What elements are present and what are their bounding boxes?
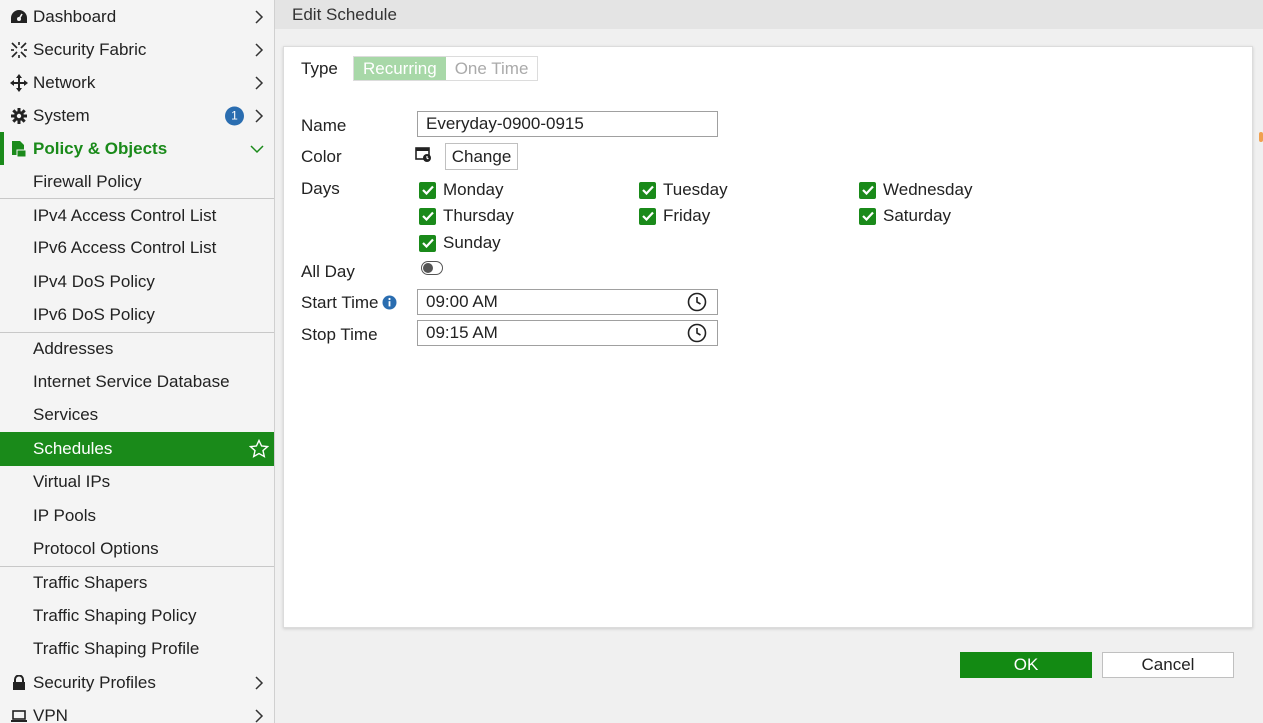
sidebar-item-firewall-policy[interactable]: Firewall Policy [0,165,274,199]
security-fabric-icon [9,40,29,60]
sidebar-item-security-profiles[interactable]: Security Profiles [0,666,274,699]
laptop-icon [9,706,29,723]
sidebar-item-label: Network [33,72,96,92]
color-label: Color [301,147,342,166]
day-sunday-checkbox[interactable]: Sunday [419,233,501,253]
sidebar-item-label: Security Profiles [33,672,156,692]
dashboard-icon [9,7,29,27]
checkbox-checked-icon [639,181,656,199]
checkbox-checked-icon [859,207,876,225]
ok-button[interactable]: OK [960,652,1092,678]
stop-time-value: 09:15 AM [426,323,498,342]
edit-schedule-panel: Type Recurring One Time Name Everyday-09… [283,46,1253,628]
day-thursday-checkbox[interactable]: Thursday [419,206,514,226]
toggle-knob [423,263,433,273]
day-label: Thursday [443,206,514,225]
start-time-input[interactable]: 09:00 AM [417,289,718,315]
policy-submenu: Firewall Policy IPv4 Access Control List… [0,165,274,666]
checkbox-checked-icon [859,181,876,199]
lock-icon [9,673,29,693]
day-monday-checkbox[interactable]: Monday [419,180,503,200]
sidebar-item-ipv4-dos[interactable]: IPv4 DoS Policy [0,265,274,299]
sidebar-item-traffic-shapers[interactable]: Traffic Shapers [0,565,274,600]
all-day-toggle[interactable] [421,261,443,275]
clock-icon[interactable] [687,323,707,343]
type-one-time-button[interactable]: One Time [445,57,538,80]
all-day-label: All Day [301,262,355,281]
star-icon[interactable] [249,438,269,459]
type-toggle: Recurring One Time [353,56,539,81]
chevron-down-icon [250,144,264,153]
day-label: Sunday [443,233,501,252]
sidebar-item-virtual-ips[interactable]: Virtual IPs [0,465,274,499]
sidebar-item-internet-service-db[interactable]: Internet Service Database [0,365,274,399]
info-icon[interactable] [382,295,397,310]
sidebar-item-services[interactable]: Services [0,398,274,433]
sidebar-item-ipv4-acl[interactable]: IPv4 Access Control List [0,198,274,232]
sidebar-item-security-fabric[interactable]: Security Fabric [0,33,274,66]
type-label: Type [301,59,338,78]
day-wednesday-checkbox[interactable]: Wednesday [859,180,972,200]
day-label: Tuesday [663,180,728,199]
stop-time-label: Stop Time [301,325,378,344]
type-recurring-button[interactable]: Recurring [354,57,446,80]
clock-icon[interactable] [687,292,707,312]
chevron-right-icon [255,75,264,90]
day-label: Wednesday [883,180,973,199]
day-label: Friday [663,206,711,225]
page-header: Edit Schedule [275,0,1263,29]
cancel-button[interactable]: Cancel [1102,652,1234,678]
sidebar: Dashboard Security Fabric Network System… [0,0,275,723]
checkbox-checked-icon [639,207,656,225]
sidebar-item-label: VPN [33,705,68,723]
sidebar-item-addresses[interactable]: Addresses [0,331,274,366]
chevron-right-icon [255,675,264,690]
checkbox-checked-icon [419,181,436,199]
page-title: Edit Schedule [292,5,397,24]
sidebar-item-vpn[interactable]: VPN [0,699,274,723]
stop-time-input[interactable]: 09:15 AM [417,320,718,346]
sidebar-item-dashboard[interactable]: Dashboard [0,0,274,33]
color-swatch-icon [415,147,431,162]
start-time-label: Start Time [301,293,379,312]
sidebar-item-protocol-options[interactable]: Protocol Options [0,532,274,566]
sidebar-item-traffic-shaping-policy[interactable]: Traffic Shaping Policy [0,599,274,633]
sidebar-item-network[interactable]: Network [0,66,274,99]
days-label: Days [301,179,340,198]
sidebar-item-ipv6-acl[interactable]: IPv6 Access Control List [0,231,274,266]
name-input[interactable]: Everyday-0900-0915 [417,111,718,137]
start-time-value: 09:00 AM [426,292,498,311]
sidebar-item-schedules[interactable]: Schedules [0,432,274,466]
notification-badge: 1 [225,106,244,125]
sidebar-item-policy-objects[interactable]: Policy & Objects [0,132,274,165]
gear-icon [9,106,29,126]
day-label: Saturday [883,206,952,225]
chevron-right-icon [255,42,264,57]
day-tuesday-checkbox[interactable]: Tuesday [639,180,728,200]
sidebar-item-ipv6-dos[interactable]: IPv6 DoS Policy [0,298,274,332]
sidebar-item-label: Schedules [33,438,113,458]
chevron-right-icon [255,708,264,723]
sidebar-item-label: System [33,105,90,125]
network-icon [9,73,29,93]
scroll-edge-marker [1259,132,1263,142]
checkbox-checked-icon [419,234,436,252]
day-saturday-checkbox[interactable]: Saturday [859,206,951,226]
sidebar-item-system[interactable]: System 1 [0,99,274,132]
chevron-right-icon [255,9,264,24]
day-friday-checkbox[interactable]: Friday [639,206,710,226]
sidebar-item-label: Security Fabric [33,39,147,59]
sidebar-item-label: Dashboard [33,6,117,26]
sidebar-item-traffic-shaping-profile[interactable]: Traffic Shaping Profile [0,632,274,666]
sidebar-item-ip-pools[interactable]: IP Pools [0,498,274,533]
chevron-right-icon [255,108,264,123]
change-color-button[interactable]: Change [445,143,518,170]
day-label: Monday [443,180,504,199]
sidebar-item-label: Policy & Objects [33,138,168,158]
checkbox-checked-icon [419,207,436,225]
name-label: Name [301,116,347,135]
policy-icon [9,139,29,159]
